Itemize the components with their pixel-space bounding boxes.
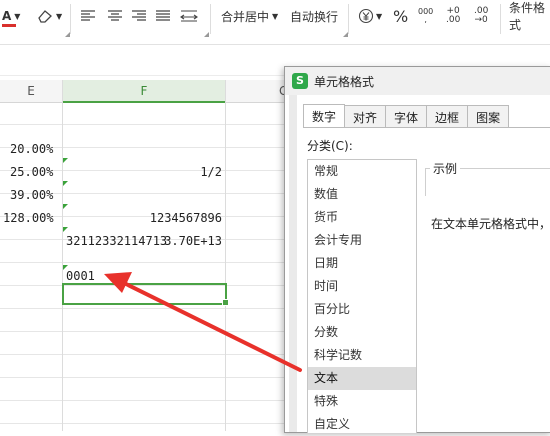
annotation-arrow (104, 272, 302, 372)
